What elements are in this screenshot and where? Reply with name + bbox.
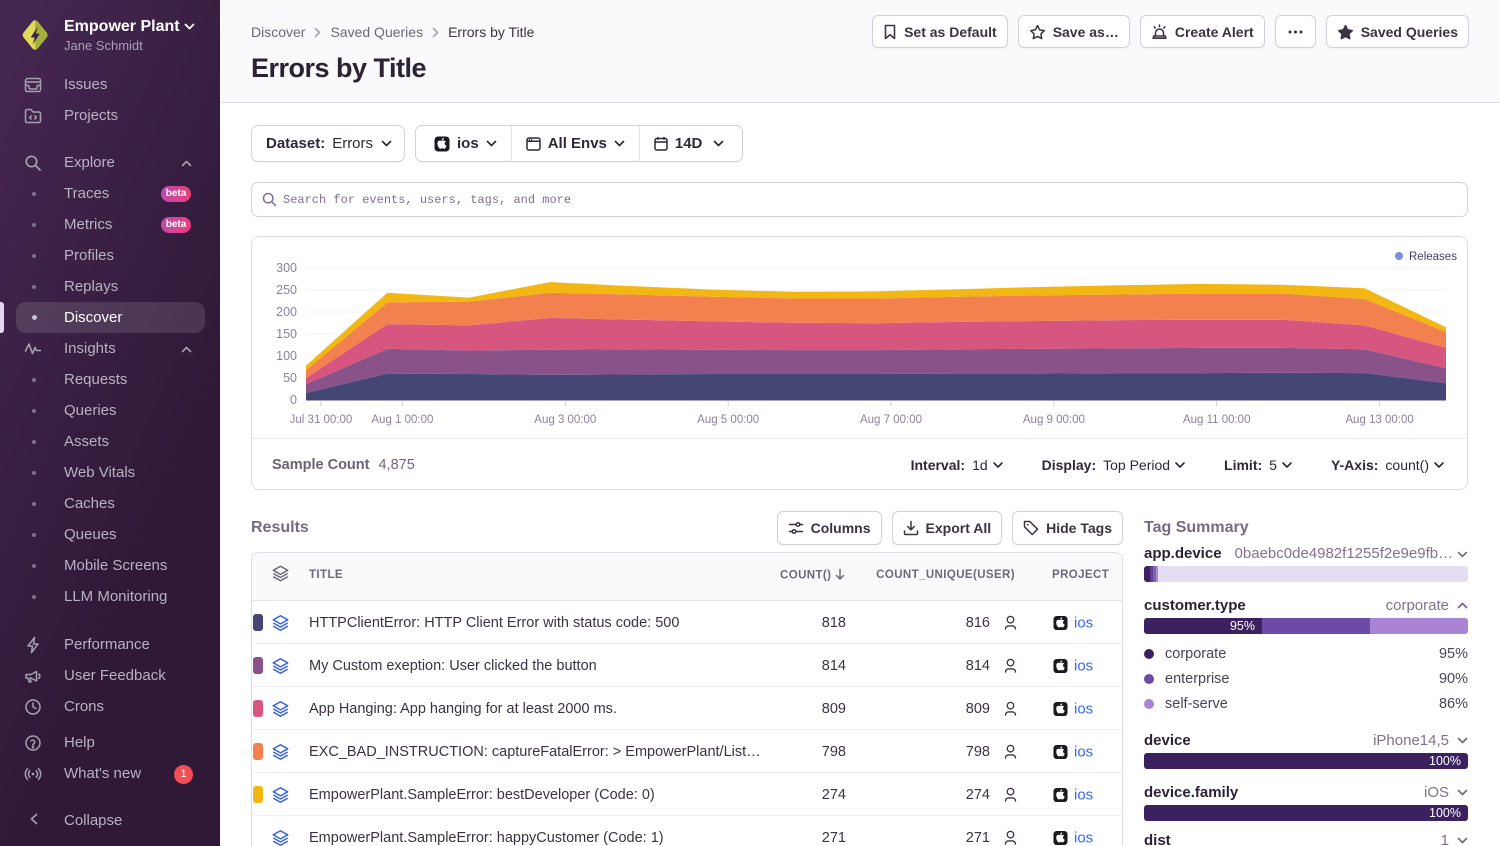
svg-text:100: 100: [276, 349, 297, 363]
svg-text:300: 300: [276, 261, 297, 275]
svg-text:Jul 31 00:00: Jul 31 00:00: [290, 414, 353, 426]
svg-text:Aug 11 00:00: Aug 11 00:00: [1183, 414, 1251, 426]
svg-text:Aug 5 00:00: Aug 5 00:00: [697, 414, 759, 426]
svg-text:Aug 13 00:00: Aug 13 00:00: [1345, 414, 1413, 426]
svg-text:Releases: Releases: [1409, 251, 1457, 263]
svg-text:Aug 7 00:00: Aug 7 00:00: [860, 414, 922, 426]
svg-text:50: 50: [283, 371, 297, 385]
svg-text:Aug 1 00:00: Aug 1 00:00: [371, 414, 433, 426]
svg-text:Aug 3 00:00: Aug 3 00:00: [534, 414, 596, 426]
svg-text:150: 150: [276, 327, 297, 341]
svg-text:250: 250: [276, 283, 297, 297]
svg-text:200: 200: [276, 305, 297, 319]
svg-text:Aug 9 00:00: Aug 9 00:00: [1023, 414, 1085, 426]
svg-text:0: 0: [290, 393, 297, 407]
